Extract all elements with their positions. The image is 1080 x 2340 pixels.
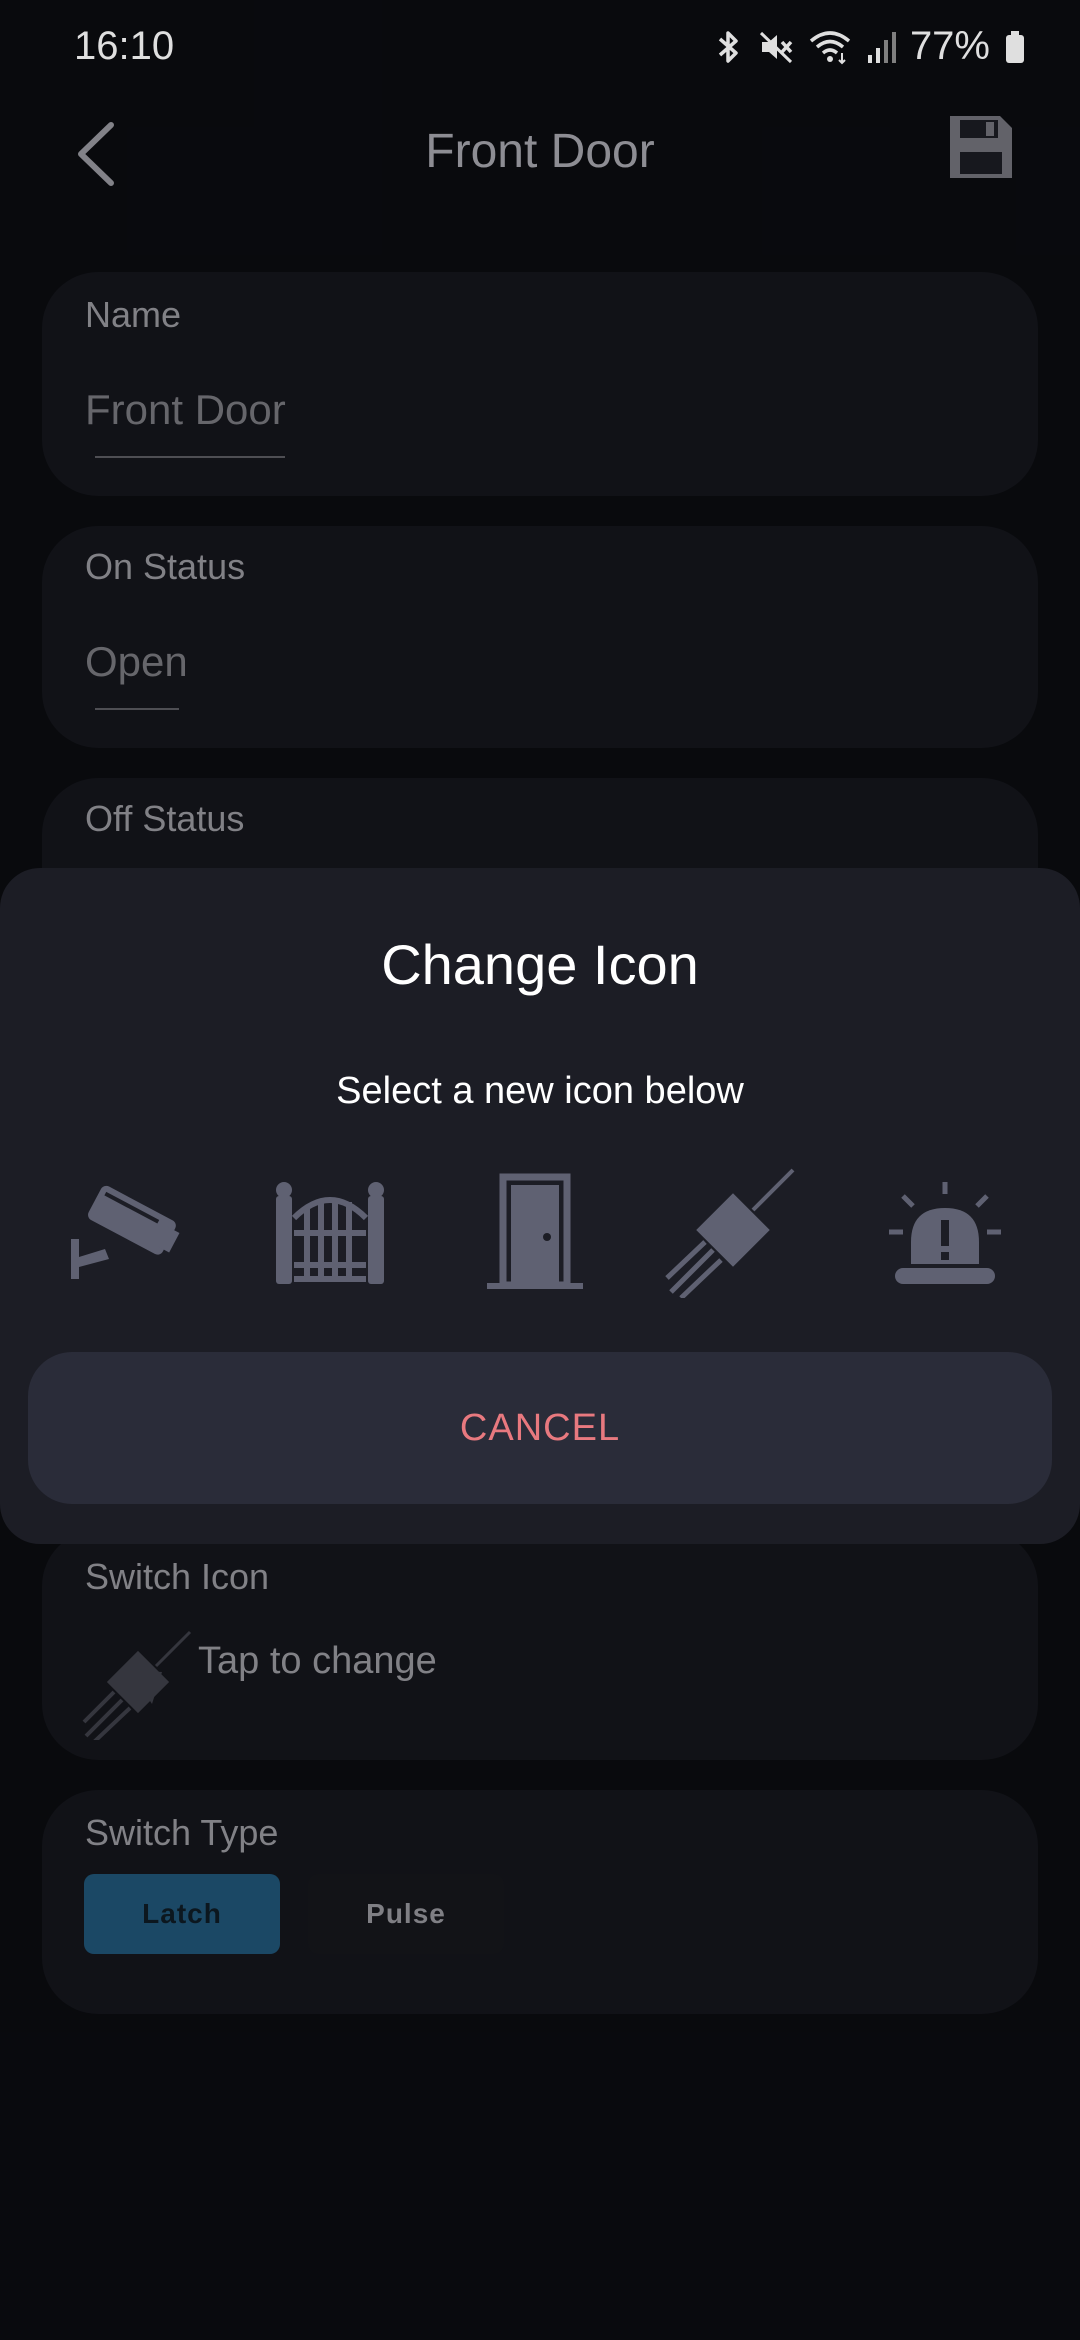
- security-camera-icon[interactable]: [60, 1168, 190, 1298]
- plug-icon[interactable]: [665, 1168, 795, 1298]
- dialog-subtitle: Select a new icon below: [336, 1070, 744, 1112]
- alarm-light-icon[interactable]: [880, 1168, 1010, 1298]
- change-icon-dialog: Change Icon Select a new icon below CANC…: [0, 868, 1080, 1544]
- icon-options: [0, 1168, 1080, 1298]
- cancel-button[interactable]: CANCEL: [28, 1352, 1052, 1504]
- dialog-title: Change Icon: [381, 933, 699, 996]
- door-icon[interactable]: [470, 1168, 600, 1298]
- gate-icon[interactable]: [265, 1168, 395, 1298]
